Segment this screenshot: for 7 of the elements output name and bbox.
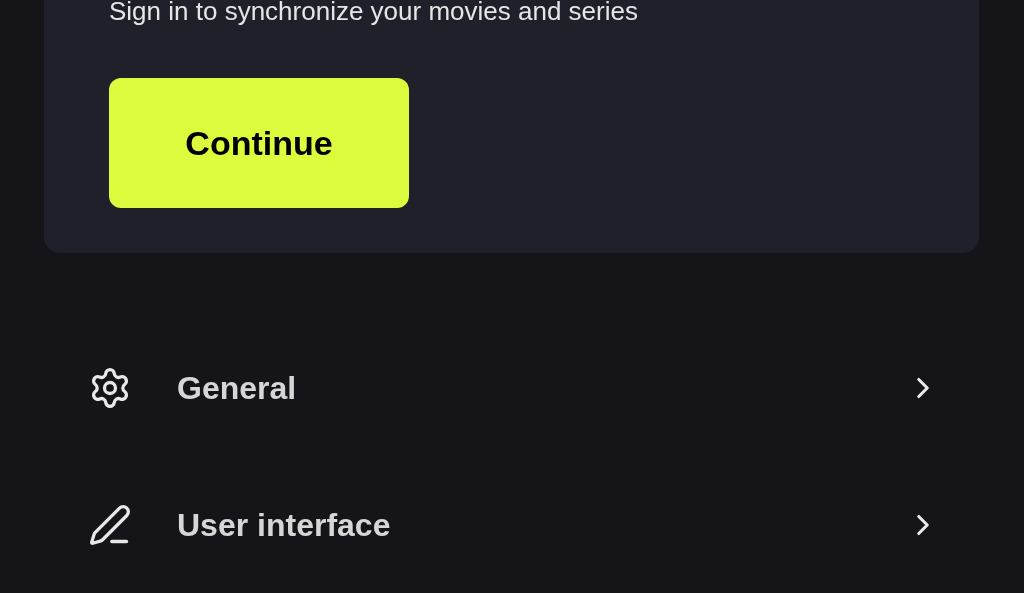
settings-label: User interface [177, 505, 392, 545]
settings-item[interactable]: General [0, 319, 1024, 456]
pencil-icon [88, 502, 132, 547]
settings-item[interactable]: User interface [0, 456, 1024, 593]
settings-label: General [177, 368, 298, 408]
continue-button[interactable]: Continue [109, 78, 409, 208]
signin-message: Sign in to synchronize your movies and series [109, 0, 639, 26]
